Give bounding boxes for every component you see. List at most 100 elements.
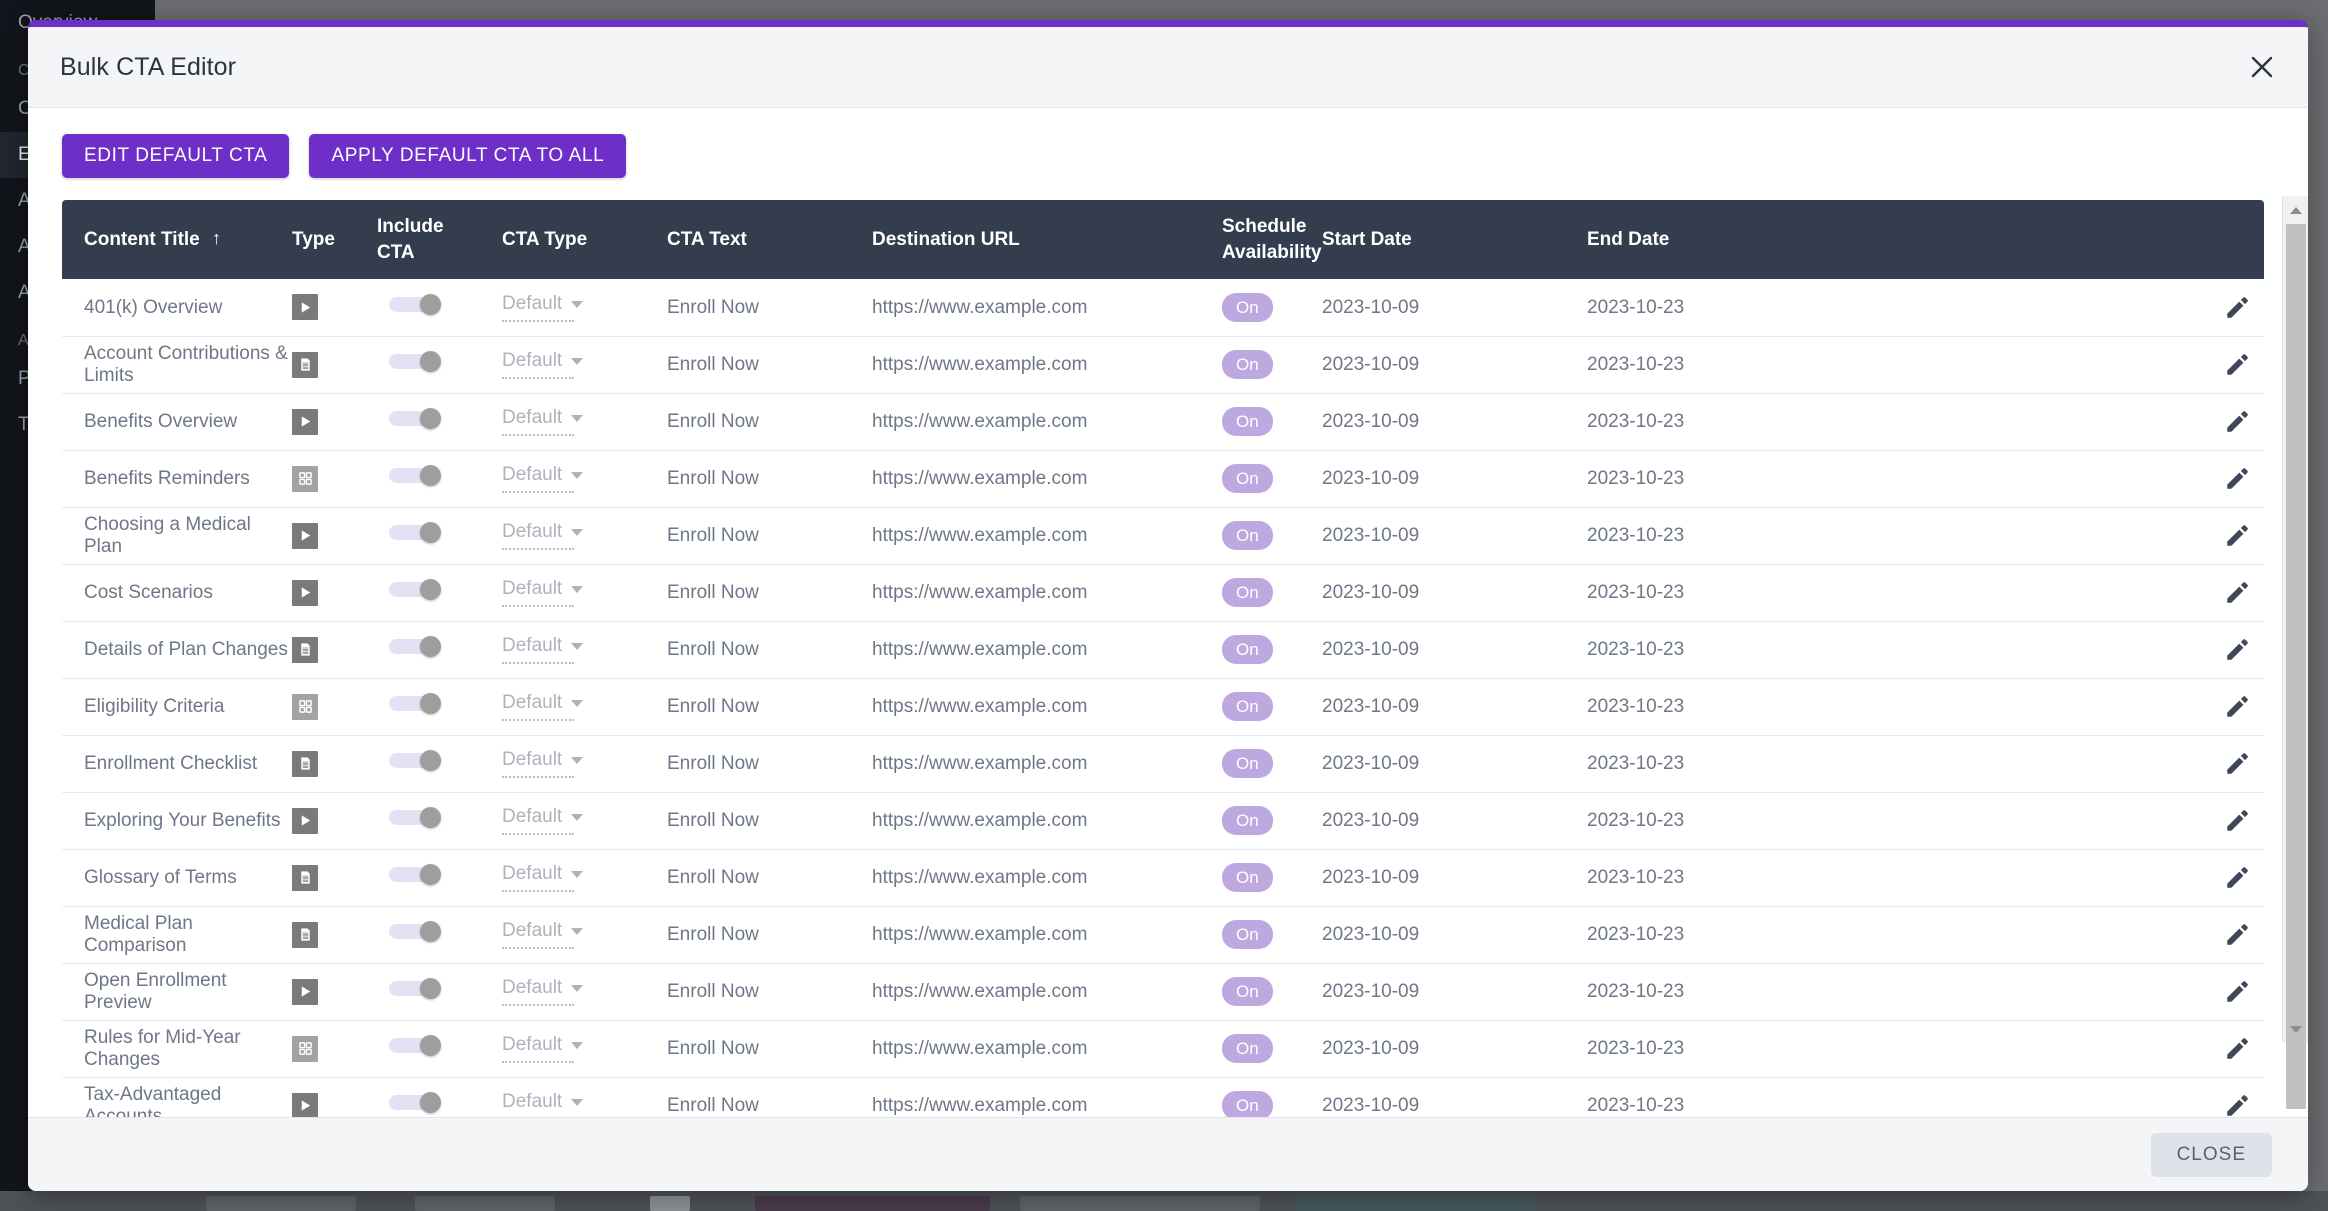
- include-cta-toggle[interactable]: [389, 294, 441, 315]
- cta-type-select[interactable]: Default: [502, 407, 574, 436]
- include-cta-toggle[interactable]: [389, 693, 441, 714]
- video-icon: [292, 409, 318, 435]
- cell-edit-action: [2067, 564, 2264, 621]
- pencil-icon[interactable]: [2224, 523, 2250, 549]
- column-header-start-date[interactable]: Start Date: [1322, 200, 1587, 279]
- column-header-cta-text[interactable]: CTA Text: [667, 200, 872, 279]
- column-header-destination-url[interactable]: Destination URL: [872, 200, 1222, 279]
- cell-end-date: 2023-10-23: [1587, 336, 2067, 393]
- cell-start-date: 2023-10-09: [1322, 849, 1587, 906]
- include-cta-toggle[interactable]: [389, 522, 441, 543]
- column-header-cta-type[interactable]: CTA Type: [502, 200, 667, 279]
- bulk-cta-editor-modal: Bulk CTA Editor EDIT DEFAULT CTA APPLY D…: [28, 20, 2308, 1191]
- cell-type: [292, 735, 377, 792]
- pencil-icon[interactable]: [2224, 409, 2250, 435]
- cell-include-cta: [377, 963, 502, 1020]
- cta-type-select[interactable]: Default: [502, 464, 574, 493]
- column-header-end-date[interactable]: End Date: [1587, 200, 2067, 279]
- chevron-down-icon: [571, 814, 583, 821]
- cta-type-value: Default: [502, 749, 562, 771]
- cell-destination-url: https://www.example.com: [872, 279, 1222, 336]
- cta-type-select[interactable]: Default: [502, 977, 574, 1006]
- pencil-icon[interactable]: [2224, 694, 2250, 720]
- cta-type-select[interactable]: Default: [502, 578, 574, 607]
- cta-type-select[interactable]: Default: [502, 806, 574, 835]
- close-icon[interactable]: [2240, 45, 2284, 89]
- pencil-icon[interactable]: [2224, 1093, 2250, 1117]
- cell-start-date: 2023-10-09: [1322, 621, 1587, 678]
- pencil-icon[interactable]: [2224, 865, 2250, 891]
- pencil-icon[interactable]: [2224, 808, 2250, 834]
- cell-cta-type: Default: [502, 1077, 667, 1117]
- cell-start-date: 2023-10-09: [1322, 279, 1587, 336]
- cell-end-date: 2023-10-23: [1587, 678, 2067, 735]
- include-cta-toggle[interactable]: [389, 750, 441, 771]
- document-icon: [292, 865, 318, 891]
- cell-include-cta: [377, 1077, 502, 1117]
- cta-type-select[interactable]: Default: [502, 350, 574, 379]
- table-row: 401(k) OverviewDefaultEnroll Nowhttps://…: [62, 279, 2264, 336]
- column-header-type[interactable]: Type: [292, 200, 377, 279]
- column-header-actions: [2067, 200, 2264, 279]
- chevron-down-icon: [571, 985, 583, 992]
- include-cta-toggle[interactable]: [389, 978, 441, 999]
- include-cta-toggle[interactable]: [389, 807, 441, 828]
- include-cta-toggle[interactable]: [389, 465, 441, 486]
- scrollbar-thumb[interactable]: [2286, 224, 2306, 1109]
- cell-start-date: 2023-10-09: [1322, 393, 1587, 450]
- include-cta-toggle[interactable]: [389, 1092, 441, 1113]
- edit-default-cta-button[interactable]: EDIT DEFAULT CTA: [62, 134, 289, 178]
- cta-type-select[interactable]: Default: [502, 293, 574, 322]
- vertical-scrollbar[interactable]: [2282, 196, 2308, 1043]
- column-header-include-cta[interactable]: Include CTA: [377, 200, 502, 279]
- include-cta-toggle[interactable]: [389, 351, 441, 372]
- include-cta-toggle[interactable]: [389, 408, 441, 429]
- pencil-icon[interactable]: [2224, 352, 2250, 378]
- chevron-down-icon: [571, 1099, 583, 1106]
- cta-type-select[interactable]: Default: [502, 1034, 574, 1063]
- apply-default-cta-to-all-button[interactable]: APPLY DEFAULT CTA TO ALL: [309, 134, 626, 178]
- pencil-icon[interactable]: [2224, 979, 2250, 1005]
- close-button[interactable]: CLOSE: [2151, 1133, 2272, 1177]
- cta-type-select[interactable]: Default: [502, 692, 574, 721]
- pencil-icon[interactable]: [2224, 1036, 2250, 1062]
- cell-destination-url: https://www.example.com: [872, 450, 1222, 507]
- include-cta-toggle[interactable]: [389, 1035, 441, 1056]
- chevron-down-icon: [571, 415, 583, 422]
- cta-type-select[interactable]: Default: [502, 1091, 574, 1117]
- cta-type-select[interactable]: Default: [502, 920, 574, 949]
- pencil-icon[interactable]: [2224, 466, 2250, 492]
- pencil-icon[interactable]: [2224, 637, 2250, 663]
- include-cta-toggle[interactable]: [389, 921, 441, 942]
- cell-start-date: 2023-10-09: [1322, 507, 1587, 564]
- pencil-icon[interactable]: [2224, 751, 2250, 777]
- include-cta-toggle[interactable]: [389, 636, 441, 657]
- chevron-down-icon[interactable]: [2290, 1026, 2302, 1033]
- cta-type-select[interactable]: Default: [502, 749, 574, 778]
- pencil-icon[interactable]: [2224, 580, 2250, 606]
- cell-include-cta: [377, 336, 502, 393]
- cta-type-value: Default: [502, 977, 562, 999]
- cell-include-cta: [377, 279, 502, 336]
- cell-type: [292, 1020, 377, 1077]
- cell-content-title: Benefits Reminders: [62, 450, 292, 507]
- cta-type-select[interactable]: Default: [502, 635, 574, 664]
- cell-cta-text: Enroll Now: [667, 336, 872, 393]
- column-header-schedule-availability[interactable]: Schedule Availability: [1222, 200, 1322, 279]
- cta-type-select[interactable]: Default: [502, 521, 574, 550]
- cell-content-title: Choosing a Medical Plan: [62, 507, 292, 564]
- cell-cta-type: Default: [502, 507, 667, 564]
- cta-type-select[interactable]: Default: [502, 863, 574, 892]
- include-cta-toggle[interactable]: [389, 864, 441, 885]
- cell-end-date: 2023-10-23: [1587, 393, 2067, 450]
- cell-schedule-availability: On: [1222, 1020, 1322, 1077]
- taskbar-chip: [415, 1196, 555, 1211]
- pencil-icon[interactable]: [2224, 922, 2250, 948]
- chevron-up-icon[interactable]: [2290, 207, 2302, 214]
- include-cta-toggle[interactable]: [389, 579, 441, 600]
- column-header-content-title[interactable]: Content Title ↑: [62, 200, 292, 279]
- cta-type-value: Default: [502, 1034, 562, 1056]
- cell-end-date: 2023-10-23: [1587, 279, 2067, 336]
- pencil-icon[interactable]: [2224, 295, 2250, 321]
- cell-include-cta: [377, 1020, 502, 1077]
